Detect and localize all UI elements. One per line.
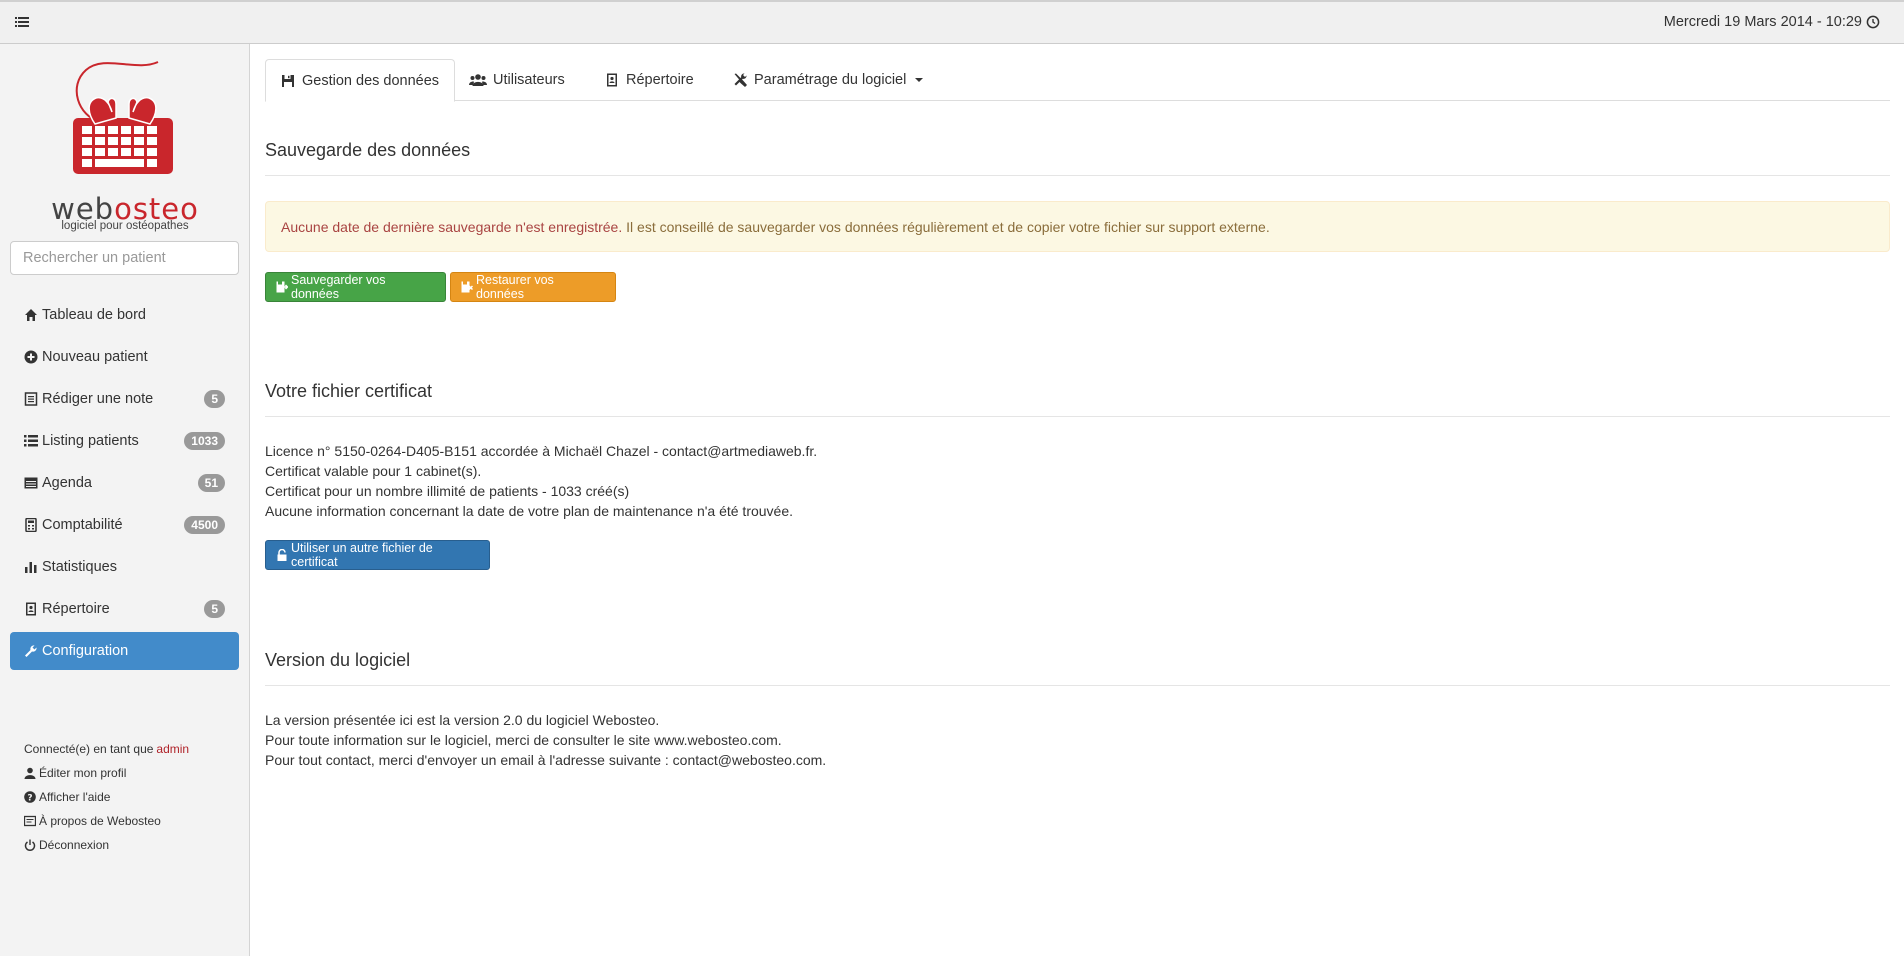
license-line: Licence n° 5150-0264-D405-B151 accordée … xyxy=(265,443,818,459)
chevron-down-icon xyxy=(915,78,924,82)
sidebar-item-agenda[interactable]: Agenda 51 xyxy=(10,464,239,502)
note-icon xyxy=(24,392,38,406)
sidebar-item-accounting[interactable]: Comptabilité 4500 xyxy=(10,506,239,544)
keyboard-hands-logo-icon xyxy=(73,61,173,174)
show-help-link[interactable]: ? Afficher l'aide xyxy=(24,785,234,809)
sidebar-item-label: Listing patients xyxy=(42,433,139,449)
current-date: Mercredi 19 Mars 2014 - 10:29 xyxy=(1664,14,1880,30)
home-icon xyxy=(24,308,38,322)
alert-text: Il est conseillé de sauvegarder vos donn… xyxy=(622,218,1270,235)
webosteo-logo[interactable]: webosteo logiciel pour ostéopathes xyxy=(0,56,250,232)
edit-profile-label: Éditer mon profil xyxy=(39,766,127,780)
certificate-info: Licence n° 5150-0264-D405-B151 accordée … xyxy=(265,441,817,521)
certificate-section-title: Votre fichier certificat xyxy=(265,381,1890,417)
maintenance-line: Aucune information concernant la date de… xyxy=(265,503,794,519)
info-card-icon xyxy=(24,815,36,827)
restore-data-button[interactable]: Restaurer vos données xyxy=(450,272,616,302)
calculator-icon xyxy=(24,518,38,532)
logout-link[interactable]: Déconnexion xyxy=(24,833,234,857)
sidebar-item-patients-listing[interactable]: Listing patients 1033 xyxy=(10,422,239,460)
directory-count-badge: 5 xyxy=(204,600,225,618)
cabinet-line: Certificat valable pour 1 cabinet(s). xyxy=(265,463,482,479)
sidebar-nav: Tableau de bord Nouveau patient Rédiger … xyxy=(10,296,239,674)
sidebar-item-directory[interactable]: Répertoire 5 xyxy=(10,590,239,628)
address-book-icon xyxy=(605,73,620,87)
sidebar-item-label: Tableau de bord xyxy=(42,307,146,323)
tools-icon xyxy=(733,73,748,87)
tab-users[interactable]: Utilisateurs xyxy=(454,59,580,101)
sidebar-item-label: Répertoire xyxy=(42,601,110,617)
contact-line: Pour tout contact, merci d'envoyer un em… xyxy=(265,752,827,768)
date-text: Mercredi 19 Mars 2014 - 10:29 xyxy=(1663,14,1862,30)
tab-label: Utilisateurs xyxy=(493,72,565,88)
connected-prefix: Connecté(e) en tant que xyxy=(24,742,154,756)
version-line: La version présentée ici est la version … xyxy=(265,712,660,728)
tab-directory[interactable]: Répertoire xyxy=(590,59,709,101)
alert-strong-text: Aucune date de dernière sauvegarde n'est… xyxy=(281,218,623,235)
about-link[interactable]: À propos de Webosteo xyxy=(24,809,234,833)
calendar-icon xyxy=(24,476,38,490)
users-icon xyxy=(469,73,487,87)
plus-circle-icon xyxy=(24,350,38,364)
tab-data-management[interactable]: Gestion des données xyxy=(265,59,456,102)
sidebar-item-label: Agenda xyxy=(42,475,92,491)
floppy-remove-icon xyxy=(461,281,473,293)
website-line: Pour toute information sur le logiciel, … xyxy=(265,732,782,748)
logo-tagline: logiciel pour ostéopathes xyxy=(61,220,189,232)
username-link[interactable]: admin xyxy=(156,742,189,756)
sidebar-item-new-patient[interactable]: Nouveau patient xyxy=(10,338,239,376)
user-icon xyxy=(24,767,36,779)
power-icon xyxy=(24,839,36,851)
logout-label: Déconnexion xyxy=(39,838,110,852)
version-section-title: Version du logiciel xyxy=(265,650,1890,686)
sidebar-item-configuration[interactable]: Configuration xyxy=(10,632,239,670)
patients-count-badge: 1033 xyxy=(184,432,225,450)
config-tabs: Gestion des données Utilisateurs Réperto… xyxy=(265,59,1890,102)
sidebar-item-dashboard[interactable]: Tableau de bord xyxy=(10,296,239,334)
menu-list-icon[interactable] xyxy=(14,14,30,30)
address-book-icon xyxy=(24,602,38,616)
version-info: La version présentée ici est la version … xyxy=(265,710,826,770)
floppy-icon xyxy=(281,74,296,88)
help-icon: ? xyxy=(24,791,36,803)
patients-line: Certificat pour un nombre illimité de pa… xyxy=(265,483,630,499)
lock-icon xyxy=(276,549,288,561)
tab-label: Gestion des données xyxy=(302,72,440,89)
sidebar-item-label: Rédiger une note xyxy=(42,391,154,407)
svg-text:?: ? xyxy=(27,794,32,804)
use-other-certificate-label: Utiliser un autre fichier de certificat xyxy=(291,541,433,569)
no-backup-alert: Aucune date de dernière sauvegarde n'est… xyxy=(265,201,1890,252)
backup-section-title: Sauvegarde des données xyxy=(265,140,1890,176)
sidebar-item-statistics[interactable]: Statistiques xyxy=(10,548,239,586)
save-data-label: Sauvegarder vos données xyxy=(291,273,386,301)
save-data-button[interactable]: Sauvegarder vos données xyxy=(265,272,446,302)
top-bar: Mercredi 19 Mars 2014 - 10:29 xyxy=(0,0,1904,44)
show-help-label: Afficher l'aide xyxy=(39,790,111,804)
edit-profile-link[interactable]: Éditer mon profil xyxy=(24,761,234,785)
sidebar-item-label: Statistiques xyxy=(42,559,117,575)
sidebar-item-label: Configuration xyxy=(42,643,129,659)
list-icon xyxy=(24,434,38,448)
sidebar-item-label: Nouveau patient xyxy=(42,349,148,365)
patient-search-input[interactable] xyxy=(10,241,239,275)
sidebar-item-write-note[interactable]: Rédiger une note 5 xyxy=(10,380,239,418)
restore-data-label: Restaurer vos données xyxy=(476,273,554,301)
stats-icon xyxy=(24,560,38,574)
tab-software-settings[interactable]: Paramétrage du logiciel xyxy=(718,59,938,101)
tab-label: Répertoire xyxy=(626,72,694,88)
connected-as: Connecté(e) en tant que admin xyxy=(24,737,234,761)
clock-icon xyxy=(1866,15,1880,29)
tab-label: Paramétrage du logiciel xyxy=(754,72,907,88)
accounting-count-badge: 4500 xyxy=(184,516,225,534)
about-label: À propos de Webosteo xyxy=(39,814,161,828)
sidebar: webosteo logiciel pour ostéopathes Table… xyxy=(0,44,250,956)
user-box: Connecté(e) en tant que admin Éditer mon… xyxy=(24,737,234,857)
wrench-icon xyxy=(24,644,38,658)
agenda-count-badge: 51 xyxy=(197,474,225,492)
floppy-arrow-icon xyxy=(276,281,288,293)
sidebar-item-label: Comptabilité xyxy=(42,517,123,533)
notes-count-badge: 5 xyxy=(204,390,225,408)
use-other-certificate-button[interactable]: Utiliser un autre fichier de certificat xyxy=(265,540,490,570)
